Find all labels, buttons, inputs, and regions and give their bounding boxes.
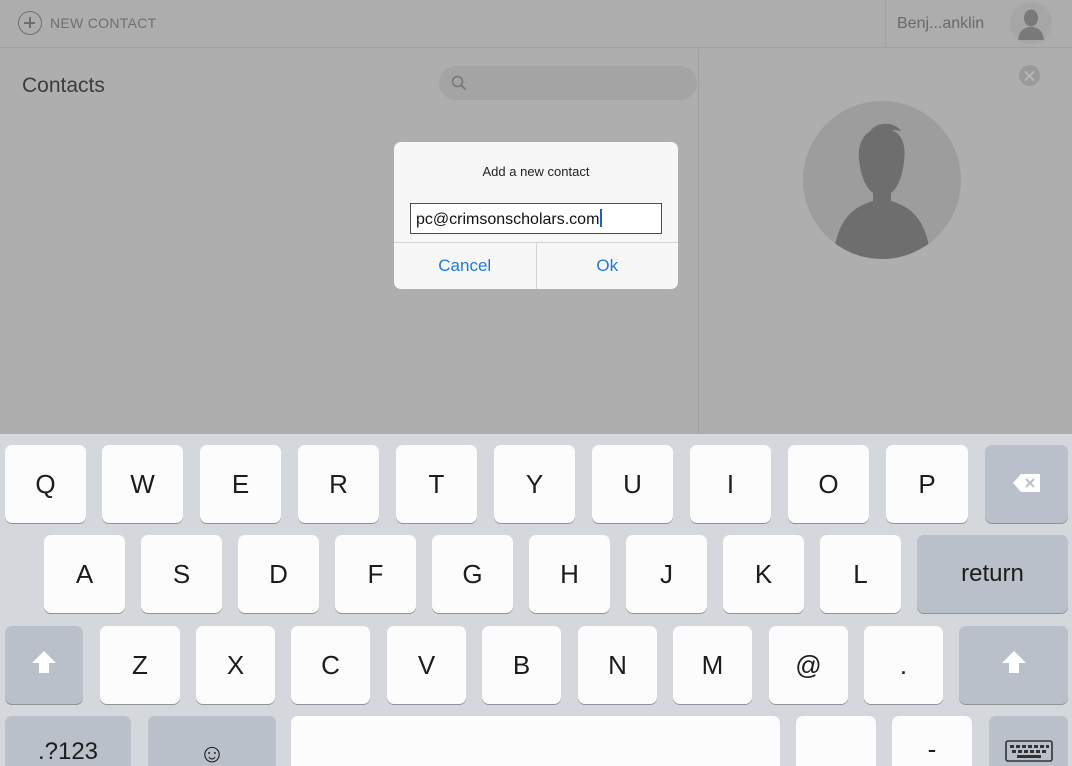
search-input[interactable] [439,66,697,100]
space-key[interactable] [291,716,780,766]
key-period[interactable]: . [864,626,943,704]
shift-arrow-icon [31,650,57,681]
key-c[interactable]: C [291,626,370,704]
key-h[interactable]: H [529,535,610,613]
key-r[interactable]: R [298,445,379,523]
key-x[interactable]: X [196,626,275,704]
return-key[interactable]: return [917,535,1068,613]
shift-key-left[interactable] [5,626,83,704]
dialog-button-row: Cancel Ok [394,242,678,289]
key-m[interactable]: M [673,626,752,704]
key-s[interactable]: S [141,535,222,613]
key-y[interactable]: Y [494,445,575,523]
key-dash[interactable]: - [892,716,972,766]
key-j[interactable]: J [626,535,707,613]
key-i[interactable]: I [690,445,771,523]
keyboard-icon [1004,738,1053,766]
key-z[interactable]: Z [100,626,180,704]
key-t[interactable]: T [396,445,477,523]
key-o[interactable]: O [788,445,869,523]
hide-keyboard-key[interactable] [989,716,1068,766]
key-n[interactable]: N [578,626,657,704]
key-u[interactable]: U [592,445,673,523]
key-q[interactable]: Q [5,445,86,523]
contact-detail-panel [699,49,1072,434]
top-bar: NEW CONTACT Benj...anklin [0,0,1072,48]
key-at[interactable]: @ [769,626,848,704]
key-a[interactable]: A [44,535,125,613]
key-k[interactable]: K [723,535,804,613]
plus-circle-icon [18,11,42,35]
key-b[interactable]: B [482,626,561,704]
key-blank[interactable] [796,716,876,766]
email-field[interactable]: pc@crimsonscholars.com [410,203,662,234]
key-e[interactable]: E [200,445,281,523]
person-icon [1010,2,1052,44]
new-contact-label: NEW CONTACT [50,15,157,31]
cancel-button[interactable]: Cancel [394,243,537,289]
on-screen-keyboard: Q W E R T Y U I O P A S D F G H J K L re… [0,434,1072,766]
search-icon [451,75,467,91]
contacts-title: Contacts [22,74,105,97]
user-menu[interactable]: Benj...anklin [885,0,1072,48]
ok-button[interactable]: Ok [537,243,679,289]
close-icon[interactable] [1019,65,1040,86]
new-contact-button[interactable]: NEW CONTACT [18,9,156,37]
text-caret [600,209,603,227]
key-p[interactable]: P [886,445,968,523]
contact-avatar [803,101,961,259]
key-v[interactable]: V [387,626,466,704]
key-g[interactable]: G [432,535,513,613]
email-field-value: pc@crimsonscholars.com [416,211,600,228]
add-contact-dialog: Add a new contact pc@crimsonscholars.com… [394,142,678,289]
backspace-key[interactable] [985,445,1068,523]
key-d[interactable]: D [238,535,319,613]
key-f[interactable]: F [335,535,416,613]
shift-key-right[interactable] [959,626,1068,704]
emoji-key[interactable]: ☺ [148,716,276,766]
numbers-key[interactable]: .?123 [5,716,131,766]
key-l[interactable]: L [820,535,901,613]
dialog-title: Add a new contact [482,164,590,179]
user-name: Benj...anklin [897,15,985,32]
key-w[interactable]: W [102,445,183,523]
backspace-icon [1012,469,1042,500]
shift-arrow-icon [1001,650,1027,681]
